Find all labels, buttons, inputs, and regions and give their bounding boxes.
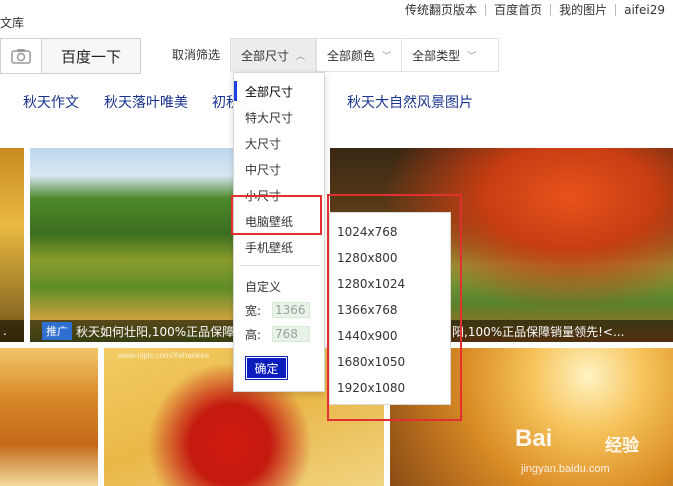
top-bar: 文库 传统翻页版本 百度首页 我的图片 aifei29: [0, 0, 673, 36]
chevron-down-icon: ﹀: [382, 51, 392, 62]
library-link-fragment[interactable]: 文库: [0, 14, 24, 31]
divider: [240, 265, 320, 266]
width-input[interactable]: 1366: [272, 302, 310, 318]
filter-bar: 取消筛选 全部尺寸 ︿ 全部颜色 ﹀ 全部类型 ﹀: [162, 38, 500, 72]
resolution-option[interactable]: 1920x1080: [337, 381, 405, 395]
related-item[interactable]: 秋天落叶唯美: [104, 92, 188, 112]
top-links: 传统翻页版本 百度首页 我的图片 aifei29: [397, 1, 673, 18]
resolution-option[interactable]: 1440x900: [337, 329, 398, 343]
size-option-large[interactable]: 大尺寸: [245, 135, 281, 152]
size-option-medium[interactable]: 中尺寸: [245, 161, 281, 178]
tab-type-label: 全部类型: [412, 48, 461, 63]
selected-indicator: [234, 81, 237, 101]
image-search-camera-button[interactable]: [0, 38, 41, 74]
baidu-jingyan-watermark: Bai 经验 jingyan.baidu.com: [515, 425, 665, 485]
username-link[interactable]: aifei29: [616, 3, 673, 17]
width-label: 宽:: [245, 304, 262, 318]
tab-size[interactable]: 全部尺寸 ︿: [230, 38, 317, 72]
chevron-up-icon: ︿: [296, 52, 306, 62]
camera-icon: [11, 49, 31, 64]
resolution-option[interactable]: 1280x800: [337, 251, 398, 265]
baidu-home-link[interactable]: 百度首页: [486, 1, 550, 18]
related-item[interactable]: 秋天作文: [23, 92, 79, 112]
image-tile[interactable]: [0, 348, 98, 486]
chevron-down-icon: ﹀: [467, 51, 477, 62]
size-dropdown: 全部尺寸 特大尺寸 大尺寸 中尺寸 小尺寸 电脑壁纸 手机壁纸 自定义 宽: 1…: [233, 72, 325, 392]
resolution-option[interactable]: 1280x1024: [337, 277, 405, 291]
size-option-all[interactable]: 全部尺寸: [245, 83, 293, 100]
my-images-link[interactable]: 我的图片: [551, 1, 615, 18]
classic-version-link[interactable]: 传统翻页版本: [397, 1, 485, 18]
jingyan-logo-text: 经验: [605, 436, 639, 456]
tab-type[interactable]: 全部类型 ﹀: [402, 38, 500, 72]
wallpaper-resolution-submenu: 1024x768 1280x800 1280x1024 1366x768 144…: [329, 212, 451, 405]
promotion-badge: 推广: [42, 322, 72, 340]
cancel-filter-link[interactable]: 取消筛选: [162, 38, 230, 72]
related-searches: 秋天作文 秋天落叶唯美 初秋 秋天大自然风景图片: [0, 84, 673, 124]
watermark-url: jingyan.baidu.com: [521, 463, 610, 475]
height-input[interactable]: 768: [272, 326, 310, 342]
resolution-option[interactable]: 1024x768: [337, 225, 398, 239]
resolution-option[interactable]: 1680x1050: [337, 355, 405, 369]
size-option-desktop-wallpaper[interactable]: 电脑壁纸: [245, 213, 293, 230]
tab-color-label: 全部颜色: [327, 48, 376, 63]
baidu-logo-text: Bai: [515, 425, 553, 452]
confirm-button[interactable]: 确定: [245, 356, 288, 380]
search-row: 百度一下 取消筛选 全部尺寸 ︿ 全部颜色 ﹀ 全部类型 ﹀: [0, 38, 673, 74]
image-watermark: www.nipic.com/Xehankee: [118, 351, 210, 360]
image-caption: .: [0, 320, 24, 342]
size-option-small[interactable]: 小尺寸: [245, 187, 281, 204]
height-label: 高:: [245, 328, 262, 342]
size-option-extra-large[interactable]: 特大尺寸: [245, 109, 293, 126]
custom-size-label: 自定义: [245, 280, 282, 294]
tab-color[interactable]: 全部颜色 ﹀: [316, 38, 403, 72]
image-tile[interactable]: .: [0, 148, 24, 342]
tab-size-label: 全部尺寸: [241, 49, 290, 63]
resolution-option[interactable]: 1366x768: [337, 303, 398, 317]
related-item[interactable]: 秋天大自然风景图片: [347, 92, 473, 112]
search-button[interactable]: 百度一下: [41, 38, 141, 74]
caption-text[interactable]: 阳,100%正品保障销量领先!<...: [452, 323, 624, 340]
size-option-mobile-wallpaper[interactable]: 手机壁纸: [245, 239, 293, 256]
